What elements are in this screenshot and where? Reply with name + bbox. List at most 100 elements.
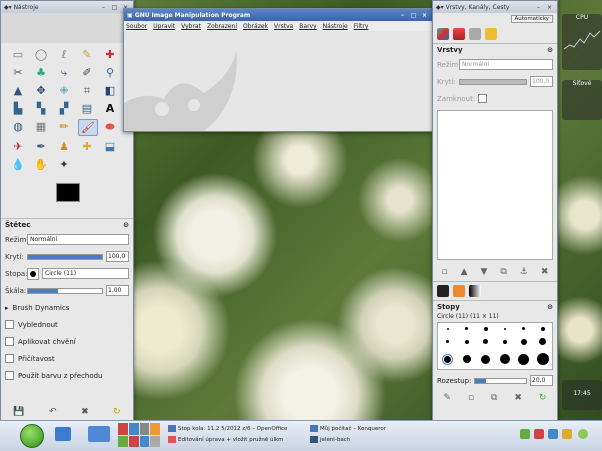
scale-value[interactable]: 1,00 xyxy=(106,285,129,296)
menu-colors[interactable]: Barvy xyxy=(299,23,316,30)
main-titlebar[interactable]: ▣ GNU Image Manipulation Program – □ × xyxy=(124,9,432,21)
opacity-value[interactable]: 100,0 xyxy=(106,251,129,262)
flip-tool-icon[interactable]: ▤ xyxy=(78,101,96,116)
empty-canvas-area[interactable] xyxy=(124,31,432,131)
brush-preview-icon[interactable] xyxy=(27,267,39,280)
tab-paths-icon[interactable] xyxy=(469,28,481,40)
menu-view[interactable]: Zobrazení xyxy=(207,23,237,30)
pencil-tool-icon[interactable]: ✏ xyxy=(55,119,73,134)
text-tool-icon[interactable]: A xyxy=(101,101,119,116)
opacity-slider[interactable] xyxy=(27,253,103,260)
toolbox-titlebar[interactable]: ◆▾ Nástroje – □ × xyxy=(1,1,133,13)
spacing-slider[interactable] xyxy=(474,377,527,384)
crop-tool-icon[interactable]: ⌗ xyxy=(78,83,96,98)
foreground-color-swatch[interactable] xyxy=(56,183,80,202)
rect-select-tool-icon[interactable]: ▭ xyxy=(9,47,27,62)
option-checkbox-3[interactable]: Použít barvu z přechodu xyxy=(1,367,133,384)
gimp-menu-icon[interactable]: ◆▾ xyxy=(436,4,444,11)
brush-name[interactable]: Circle (11) xyxy=(42,268,129,279)
duplicate-layer-icon[interactable]: ⧉ xyxy=(500,267,506,277)
tab-layers-icon[interactable] xyxy=(437,28,449,40)
save-icon[interactable]: 💾 xyxy=(13,407,24,417)
pager[interactable] xyxy=(118,423,160,447)
start-menu-button[interactable] xyxy=(20,424,44,448)
delete-layer-icon[interactable]: ✖ xyxy=(541,267,549,277)
network-widget[interactable]: Síťové xyxy=(562,80,602,120)
foreground-select-tool-icon[interactable]: ♣ xyxy=(32,65,50,80)
layer-opacity-value[interactable]: 100,0 xyxy=(530,76,553,87)
color-picker-tool-icon[interactable]: ✐ xyxy=(78,65,96,80)
paths-tool-icon[interactable]: ⤷ xyxy=(55,65,73,80)
delete-brush-icon[interactable]: ✖ xyxy=(514,393,522,403)
tab-undo-icon[interactable] xyxy=(485,28,497,40)
fuzzy-select-tool-icon[interactable]: ✎ xyxy=(78,47,96,62)
measure-tool-icon[interactable]: ▲ xyxy=(9,83,27,98)
perspective-tool-icon[interactable]: ▞ xyxy=(55,101,73,116)
shear-tool-icon[interactable]: ▚ xyxy=(32,101,50,116)
cpu-widget[interactable]: CPU xyxy=(562,14,602,70)
heal-tool-icon[interactable]: ✚ xyxy=(78,139,96,154)
brush-dynamics-expander[interactable]: ▸ Brush Dynamics xyxy=(1,299,133,316)
layer-opacity-slider[interactable] xyxy=(459,78,527,85)
free-select-tool-icon[interactable]: ℓ xyxy=(55,47,73,62)
perspective-clone-tool-icon[interactable]: ⬓ xyxy=(101,139,119,154)
tab-gradients-icon[interactable] xyxy=(469,285,481,297)
tab-brushes-icon[interactable] xyxy=(437,285,449,297)
tray-power-icon[interactable] xyxy=(578,429,588,439)
auto-button[interactable]: Automaticky xyxy=(510,15,553,23)
delete-icon[interactable]: ✖ xyxy=(81,407,89,417)
panel-menu-icon[interactable]: ⊙ xyxy=(123,221,129,229)
scale-slider[interactable] xyxy=(27,287,103,294)
bucket-fill-tool-icon[interactable]: ◍ xyxy=(9,119,27,134)
task-konqueror[interactable]: Můj počítač – Konqueror xyxy=(310,424,386,433)
paintbrush-tool-icon[interactable]: 🖌 xyxy=(78,119,98,136)
dodge-burn-tool-icon[interactable]: ✦ xyxy=(55,157,73,172)
tray-update-icon[interactable] xyxy=(534,429,544,439)
menu-image[interactable]: Obrázek xyxy=(243,23,268,30)
ink-tool-icon[interactable]: ✒ xyxy=(32,139,50,154)
spacing-value[interactable]: 20,0 xyxy=(530,375,553,386)
panel-menu-icon[interactable]: ⊙ xyxy=(547,46,553,54)
option-checkbox-1[interactable]: Aplikovat chvění xyxy=(1,333,133,350)
zoom-tool-icon[interactable]: ⚲ xyxy=(101,65,119,80)
option-checkbox-0[interactable]: Vyblednout xyxy=(1,316,133,333)
close-icon[interactable]: × xyxy=(420,11,429,19)
undo-icon[interactable]: ↶ xyxy=(49,407,57,417)
layer-mode-select[interactable]: Normální xyxy=(459,59,553,70)
tray-volume-icon[interactable] xyxy=(548,429,558,439)
new-brush-icon[interactable]: ▫ xyxy=(468,393,474,403)
menu-file[interactable]: Soubor xyxy=(126,23,147,30)
file-manager-icon[interactable] xyxy=(88,426,110,442)
task-editor[interactable]: Editování úprava + vložit pružně úlkm xyxy=(168,435,284,444)
task-bach[interactable]: jeleni-bach xyxy=(310,435,350,444)
maximize-icon[interactable]: □ xyxy=(409,11,418,19)
lower-layer-icon[interactable]: ▼ xyxy=(480,267,487,277)
layer-list[interactable] xyxy=(437,110,553,260)
menu-layer[interactable]: Vrstva xyxy=(274,23,293,30)
ellipse-select-tool-icon[interactable]: ◯ xyxy=(32,47,50,62)
menu-tools[interactable]: Nástroje xyxy=(323,23,348,30)
panel-menu-icon[interactable]: ⊙ xyxy=(547,303,553,311)
menu-select[interactable]: Vybrat xyxy=(181,23,201,30)
scale-tool-icon[interactable]: ▙ xyxy=(9,101,27,116)
close-icon[interactable]: × xyxy=(545,3,554,11)
blend-tool-icon[interactable]: ▦ xyxy=(32,119,50,134)
menu-filters[interactable]: Filtry xyxy=(354,23,369,30)
scissors-tool-icon[interactable]: ✂ xyxy=(9,65,27,80)
airbrush-tool-icon[interactable]: ✈ xyxy=(9,139,27,154)
blur-tool-icon[interactable]: 💧 xyxy=(9,157,27,172)
rotate-tool-icon[interactable]: ◧ xyxy=(101,83,119,98)
minimize-icon[interactable]: – xyxy=(398,11,407,19)
duplicate-brush-icon[interactable]: ⧉ xyxy=(491,393,497,403)
dock-titlebar[interactable]: ◆▾ Vrstvy, Kanály, Cesty – × xyxy=(433,1,557,13)
smudge-tool-icon[interactable]: ✋ xyxy=(32,157,50,172)
maximize-icon[interactable]: □ xyxy=(110,3,119,11)
mode-select[interactable]: Normální xyxy=(27,234,129,245)
eraser-tool-icon[interactable]: ⬬ xyxy=(101,119,119,134)
move-tool-icon[interactable]: ✥ xyxy=(32,83,50,98)
tray-network-icon[interactable] xyxy=(520,429,530,439)
desktop-icon[interactable] xyxy=(55,427,71,441)
refresh-brushes-icon[interactable]: ↻ xyxy=(539,393,547,403)
minimize-icon[interactable]: – xyxy=(99,3,108,11)
menu-edit[interactable]: Upravit xyxy=(153,23,175,30)
